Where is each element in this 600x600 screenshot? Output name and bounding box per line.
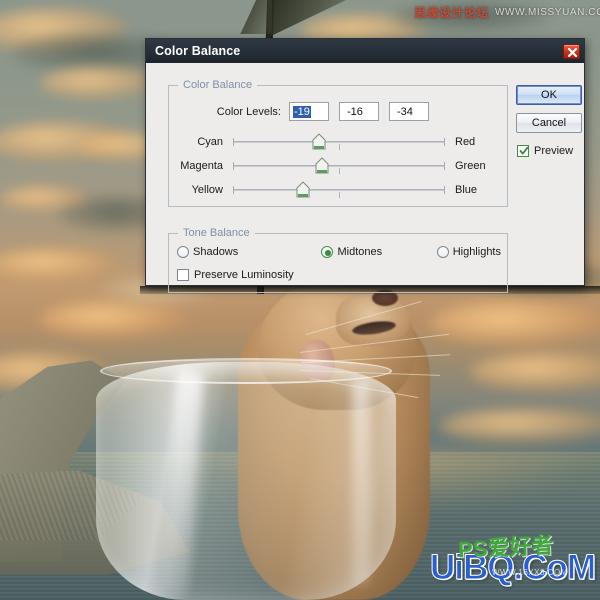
glass-highlight (352, 380, 370, 585)
radio-highlights-label: Highlights (452, 246, 501, 258)
radio-shadows[interactable]: Shadows (177, 246, 321, 258)
close-button[interactable] (563, 43, 580, 59)
radio-midtones-label: Midtones (337, 246, 383, 258)
checkmark-icon (519, 146, 529, 155)
tone-balance-group: Tone Balance Shadows Midtones Highlights (168, 227, 508, 293)
slider-tick-mid (339, 192, 340, 198)
glass-vessel (96, 362, 396, 600)
color-level-input-1[interactable]: -19 (289, 102, 329, 121)
slider-tick-max (444, 138, 445, 146)
watermark-top: 思缘设计论坛 WWW.MISSYUAN.COM (414, 4, 600, 21)
cloud (0, 186, 90, 212)
checkbox-icon (177, 269, 189, 281)
cloud (40, 66, 160, 100)
cloud (430, 300, 600, 348)
color-level-input-3[interactable]: -34 (389, 102, 429, 121)
color-level-value-2: -16 (347, 105, 363, 118)
slider-cyan-red[interactable]: Cyan Red (169, 132, 507, 152)
radio-midtones[interactable]: Midtones (321, 246, 436, 258)
cancel-button[interactable]: Cancel (516, 113, 582, 133)
slider-tick-mid (339, 144, 340, 150)
slider-thumb-icon (296, 181, 310, 198)
slider-track[interactable] (233, 141, 445, 143)
slider-label-magenta: Magenta (180, 160, 223, 172)
slider-yellow-blue[interactable]: Yellow Blue (169, 180, 507, 200)
cancel-button-label: Cancel (531, 117, 567, 129)
slider-tick-min (233, 162, 234, 170)
color-balance-legend: Color Balance (178, 79, 258, 91)
glass-rim (100, 358, 392, 384)
slider-thumb-icon (315, 157, 329, 174)
preview-label: Preview (534, 145, 574, 157)
color-level-value-1: -19 (293, 105, 311, 118)
tone-balance-legend: Tone Balance (178, 227, 255, 239)
slider-tick-max (444, 162, 445, 170)
ok-button-label: OK (541, 89, 557, 101)
dialog-title: Color Balance (155, 44, 241, 58)
slider-thumb-magenta-green[interactable] (315, 157, 329, 175)
watermark-bottom-cn: PS爱好者 (457, 532, 555, 563)
dialog-titlebar[interactable]: Color Balance (146, 39, 584, 63)
slider-track[interactable] (233, 165, 445, 167)
checkbox-icon-checked (517, 145, 529, 157)
slider-track[interactable] (233, 189, 445, 191)
slider-label-green: Green (455, 160, 486, 172)
dialog-body: Color Balance Color Levels: -19 -16 -34 … (146, 63, 584, 293)
slider-tick-max (444, 186, 445, 194)
close-x-icon (567, 47, 578, 57)
radio-icon (177, 246, 189, 258)
color-levels-label: Color Levels: (216, 105, 281, 118)
radio-shadows-label: Shadows (193, 246, 239, 258)
radio-highlights[interactable]: Highlights (436, 246, 501, 258)
ok-button[interactable]: OK (516, 85, 582, 105)
slider-label-red: Red (455, 136, 476, 148)
slider-label-yellow: Yellow (191, 184, 223, 196)
slider-label-cyan: Cyan (197, 136, 223, 148)
color-level-value-3: -34 (397, 105, 413, 118)
watermark-bottom-url: WWW.16XX8.COM (492, 568, 568, 577)
slider-thumb-yellow-blue[interactable] (296, 181, 310, 199)
radio-icon-selected (321, 246, 334, 258)
preserve-luminosity-checkbox[interactable]: Preserve Luminosity (177, 269, 294, 281)
slider-tick-min (233, 186, 234, 194)
slider-magenta-green[interactable]: Magenta Green (169, 156, 507, 176)
preserve-luminosity-label: Preserve Luminosity (194, 269, 294, 281)
slider-thumb-cyan-red[interactable] (312, 133, 326, 151)
preview-checkbox[interactable]: Preview (517, 145, 573, 157)
screenshot-root: 思缘设计论坛 WWW.MISSYUAN.COM PS爱好者 UiBQ.CoM W… (0, 0, 600, 600)
slider-thumb-icon (312, 133, 326, 150)
color-level-input-2[interactable]: -16 (339, 102, 379, 121)
slider-tick-min (233, 138, 234, 146)
color-levels-row: Color Levels: -19 -16 -34 (169, 102, 507, 121)
slider-label-blue: Blue (455, 184, 478, 196)
color-balance-group: Color Balance Color Levels: -19 -16 -34 … (168, 79, 508, 207)
slider-tick-mid (339, 168, 340, 174)
radio-icon (436, 246, 449, 258)
tone-balance-options: Shadows Midtones Highlights (177, 246, 501, 258)
watermark-top-url: WWW.MISSYUAN.COM (495, 7, 600, 18)
color-balance-dialog: Color Balance Color Balance Color Levels… (145, 38, 585, 293)
watermark-bottom: PS爱好者 UiBQ.CoM WWW.16XX8.COM (429, 533, 596, 588)
cloud (40, 300, 190, 340)
watermark-top-cn: 思缘设计论坛 (414, 6, 490, 20)
